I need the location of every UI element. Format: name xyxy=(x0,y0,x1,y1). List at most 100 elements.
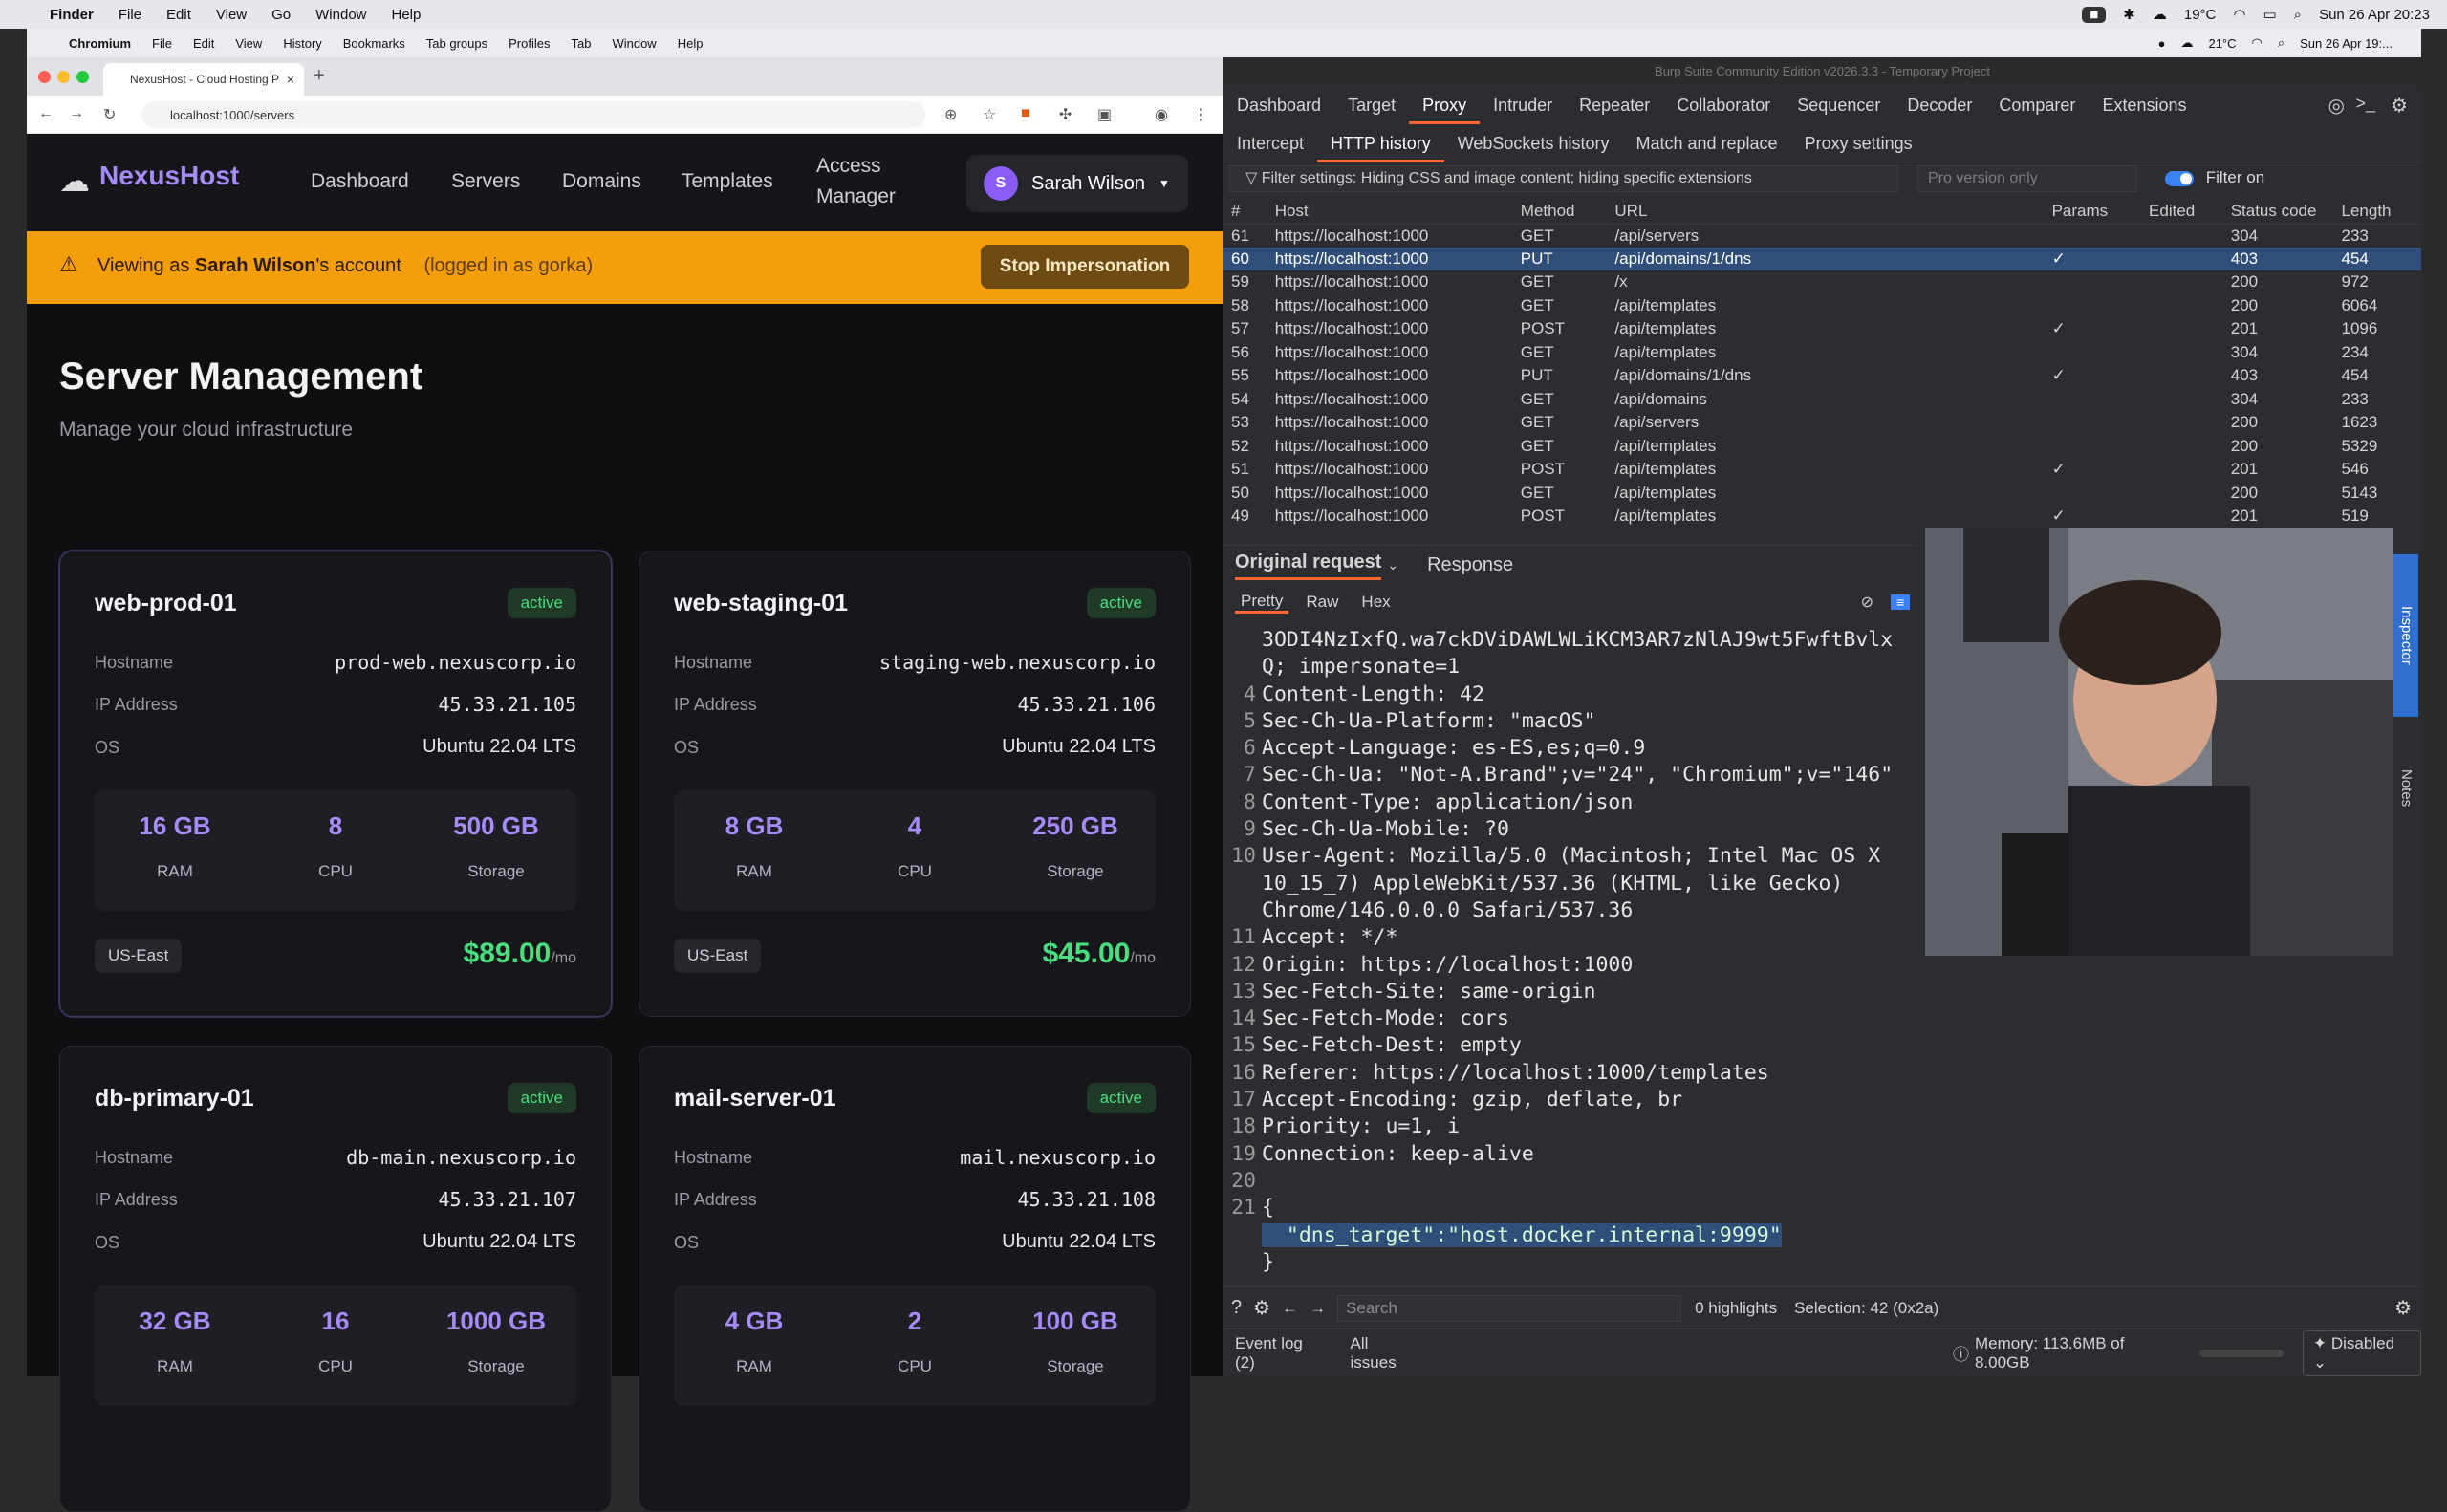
menu-help[interactable]: Help xyxy=(678,36,704,51)
table-row[interactable]: 58 https://localhost:1000 GET/api/template… xyxy=(1224,294,2421,318)
menu-edit[interactable]: Edit xyxy=(166,7,191,23)
back-icon[interactable]: ← xyxy=(38,105,54,122)
subtab-http-history[interactable]: HTTP history xyxy=(1317,124,1444,162)
all-issues[interactable]: All issues xyxy=(1351,1334,1418,1372)
table-row[interactable]: 49 https://localhost:1000 POST/api/templat… xyxy=(1224,505,2421,529)
server-card[interactable]: web-prod-01 active Hostname prod-web.nex… xyxy=(59,551,612,1017)
search-input[interactable]: Search xyxy=(1337,1294,1682,1322)
sidepanel-icon[interactable]: ▣ xyxy=(1097,105,1112,124)
menu-file[interactable]: File xyxy=(152,36,172,51)
wrap-icon[interactable]: ≡ xyxy=(1891,594,1911,610)
nav-domains[interactable]: Domains xyxy=(562,170,641,193)
server-card[interactable]: mail-server-01 active Hostname mail.nexu… xyxy=(639,1046,1191,1512)
nav-dashboard[interactable]: Dashboard xyxy=(311,170,409,193)
extension-icon[interactable]: ■ xyxy=(1021,105,1030,122)
temperature[interactable]: 19°C xyxy=(2184,7,2217,23)
prev-icon[interactable]: ← xyxy=(1282,1299,1298,1318)
menu-window[interactable]: Window xyxy=(612,36,656,51)
globe-icon[interactable]: ◎ xyxy=(2328,94,2345,118)
menu-history[interactable]: History xyxy=(283,36,321,51)
table-row[interactable]: 59 https://localhost:1000 GET/x 200 972 xyxy=(1224,270,2421,294)
gear-icon[interactable]: ⚙ xyxy=(1253,1296,1270,1320)
reload-icon[interactable]: ↻ xyxy=(103,105,116,124)
forward-icon[interactable]: → xyxy=(69,105,84,122)
datetime[interactable]: Sun 26 Apr 19:... xyxy=(2300,36,2393,51)
close-window-icon[interactable] xyxy=(38,71,51,83)
subtab-intercept[interactable]: Intercept xyxy=(1224,124,1317,162)
inspector-tab[interactable]: Inspector xyxy=(2393,554,2418,717)
tab-dashboard[interactable]: Dashboard xyxy=(1224,86,1334,124)
tab-comparer[interactable]: Comparer xyxy=(1985,86,2089,124)
table-row[interactable]: 56 https://localhost:1000 GET/api/template… xyxy=(1224,341,2421,365)
column-header[interactable]: Edited xyxy=(2141,199,2223,225)
subtab-match-and-replace[interactable]: Match and replace xyxy=(1622,124,1790,162)
next-icon[interactable]: → xyxy=(1310,1299,1326,1318)
ai-disabled-dropdown[interactable]: ✦ Disabled ⌄ xyxy=(2302,1329,2421,1376)
server-card[interactable]: db-primary-01 active Hostname db-main.ne… xyxy=(59,1046,612,1512)
tab-extensions[interactable]: Extensions xyxy=(2089,86,2199,124)
server-card[interactable]: web-staging-01 active Hostname staging-w… xyxy=(639,551,1191,1017)
column-header[interactable]: Method xyxy=(1512,199,1608,225)
help-icon[interactable]: ? xyxy=(1231,1297,1242,1319)
nav-access-manager[interactable]: Access Manager xyxy=(816,151,896,212)
menu-help[interactable]: Help xyxy=(392,7,422,23)
nav-templates[interactable]: Templates xyxy=(682,170,773,193)
menu-profiles[interactable]: Profiles xyxy=(509,36,550,51)
table-row[interactable]: 52 https://localhost:1000 GET/api/template… xyxy=(1224,435,2421,459)
filter-on-toggle[interactable]: Filter on xyxy=(2165,168,2264,187)
menu-edit[interactable]: Edit xyxy=(193,36,214,51)
tab-decoder[interactable]: Decoder xyxy=(1894,86,1985,124)
subtab-websockets-history[interactable]: WebSockets history xyxy=(1444,124,1623,162)
chevron-down-icon[interactable]: ⌄ xyxy=(1387,557,1398,573)
nav-servers[interactable]: Servers xyxy=(451,170,520,193)
menu-go[interactable]: Go xyxy=(271,7,291,23)
address-bar[interactable]: localhost:1000/servers xyxy=(141,101,925,128)
toggle-switch[interactable] xyxy=(2165,170,2194,186)
filter-settings-bar[interactable]: ▽ Filter settings: Hiding CSS and image … xyxy=(1229,165,1898,192)
table-row[interactable]: 55 https://localhost:1000 PUT/api/domains/… xyxy=(1224,364,2421,388)
table-row[interactable]: 54 https://localhost:1000 GET/api/domains 3… xyxy=(1224,388,2421,412)
tab-repeater[interactable]: Repeater xyxy=(1566,86,1663,124)
record-icon[interactable]: ● xyxy=(2158,36,2166,51)
tab-proxy[interactable]: Proxy xyxy=(1409,86,1481,124)
settings-icon[interactable]: ⚙ xyxy=(2394,1296,2412,1320)
table-row[interactable]: 53 https://localhost:1000 GET/api/servers 2… xyxy=(1224,411,2421,435)
menu-window[interactable]: Window xyxy=(315,7,366,23)
bluetooth-icon[interactable]: ✱ xyxy=(2123,6,2135,23)
close-tab-icon[interactable]: × xyxy=(287,72,294,87)
browser-tab[interactable]: NexusHost - Cloud Hosting P × xyxy=(103,63,304,96)
tab-original-request[interactable]: Original request xyxy=(1235,551,1382,580)
menu-tab[interactable]: Tab xyxy=(571,36,591,51)
user-menu-button[interactable]: S Sarah Wilson ▼ xyxy=(966,155,1188,212)
wifi-icon[interactable]: ◠ xyxy=(2252,35,2263,51)
menu-file[interactable]: File xyxy=(119,7,141,23)
notes-tab[interactable]: Notes xyxy=(2393,726,2418,851)
search-icon[interactable]: ⌕ xyxy=(2294,7,2302,23)
stop-impersonation-button[interactable]: Stop Impersonation xyxy=(981,245,1189,289)
menu-tab-groups[interactable]: Tab groups xyxy=(426,36,487,51)
column-header[interactable]: Length xyxy=(2333,199,2421,225)
tab-intruder[interactable]: Intruder xyxy=(1480,86,1566,124)
new-tab-icon[interactable]: + xyxy=(314,65,325,87)
settings-icon[interactable]: ⚙ xyxy=(2391,94,2408,118)
tab-target[interactable]: Target xyxy=(1334,86,1409,124)
temperature[interactable]: 21°C xyxy=(2208,36,2236,51)
logo[interactable]: NexusHost xyxy=(99,161,239,191)
column-header[interactable]: URL xyxy=(1607,199,2045,225)
menu-view[interactable]: View xyxy=(216,7,247,23)
table-row[interactable]: 60 https://localhost:1000 PUT/api/domains/… xyxy=(1224,247,2421,270)
zoom-icon[interactable]: ⊕ xyxy=(944,105,957,124)
subtab-proxy-settings[interactable]: Proxy settings xyxy=(1791,124,1926,162)
table-row[interactable]: 51 https://localhost:1000 POST/api/templat… xyxy=(1224,458,2421,482)
search-icon[interactable]: ⌕ xyxy=(2278,35,2285,51)
table-row[interactable]: 57 https://localhost:1000 POST/api/templat… xyxy=(1224,317,2421,341)
menu-bookmarks[interactable]: Bookmarks xyxy=(343,36,405,51)
camera-icon[interactable]: ■ xyxy=(2082,6,2107,23)
column-header[interactable]: Status code xyxy=(2222,199,2334,225)
wifi-icon[interactable]: ◠ xyxy=(2233,6,2245,23)
table-row[interactable]: 50 https://localhost:1000 GET/api/template… xyxy=(1224,482,2421,506)
app-name[interactable]: Finder xyxy=(50,7,94,23)
hide-icon[interactable]: ⊘ xyxy=(1855,593,1879,612)
battery-icon[interactable]: ▭ xyxy=(2263,6,2276,23)
star-icon[interactable]: ☆ xyxy=(983,105,996,124)
